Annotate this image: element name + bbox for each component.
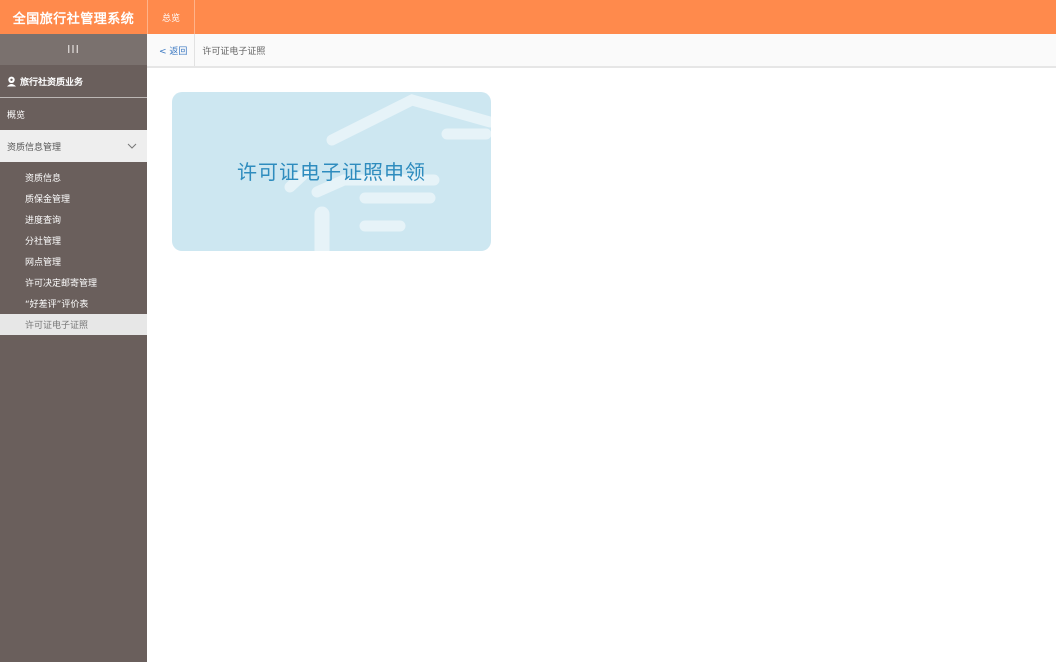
- back-link[interactable]: < 返回: [147, 34, 196, 66]
- e-license-apply-card[interactable]: 许可证电子证照申领: [172, 92, 491, 251]
- sidebar-collapse-button[interactable]: III: [0, 34, 147, 65]
- sidebar-subnav: 资质信息 质保金管理 进度查询 分社管理 网点管理 许可决定邮寄管理 “好差评”…: [0, 162, 147, 335]
- user-badge-icon: [7, 76, 16, 86]
- breadcrumb: < 返回 许可证电子证照: [147, 34, 1056, 68]
- sidebar-item-label: 质保金管理: [25, 195, 71, 205]
- sidebar-item-rating-form[interactable]: “好差评”评价表: [0, 293, 147, 314]
- sidebar-item-deposit[interactable]: 质保金管理: [0, 188, 147, 209]
- sidebar-section-header: 旅行社资质业务: [0, 65, 147, 98]
- sidebar-group-qualification[interactable]: 资质信息管理: [0, 130, 147, 162]
- sidebar-section-title: 旅行社资质业务: [20, 77, 84, 88]
- sidebar: III 旅行社资质业务 概览 资质信息管理 资质信息 质保金管理 进度查询 分社…: [0, 34, 147, 662]
- sidebar-item-label: 网点管理: [25, 258, 62, 268]
- sidebar-item-label: 进度查询: [25, 216, 62, 226]
- sidebar-item-label: “好差评”评价表: [25, 300, 89, 310]
- sidebar-item-overview[interactable]: 概览: [0, 98, 147, 130]
- sidebar-item-e-license[interactable]: 许可证电子证照: [0, 314, 147, 335]
- sidebar-item-mail-decision[interactable]: 许可决定邮寄管理: [0, 272, 147, 293]
- chevron-down-icon: [127, 143, 137, 149]
- sidebar-group-label: 资质信息管理: [7, 142, 62, 153]
- app-title: 全国旅行社管理系统: [12, 11, 135, 27]
- sidebar-item-label: 资质信息: [25, 174, 62, 184]
- sidebar-item-branch[interactable]: 分社管理: [0, 230, 147, 251]
- card-title: 许可证电子证照申领: [237, 160, 426, 184]
- sidebar-item-label: 许可证电子证照: [25, 321, 89, 331]
- sidebar-item-label: 分社管理: [25, 237, 62, 247]
- nav-overview-tab[interactable]: 总览: [147, 0, 195, 34]
- sidebar-item-label: 概览: [7, 110, 26, 121]
- collapse-icon: III: [67, 43, 80, 56]
- sidebar-item-outlet[interactable]: 网点管理: [0, 251, 147, 272]
- sidebar-item-label: 许可决定邮寄管理: [25, 279, 98, 289]
- breadcrumb-current: 许可证电子证照: [202, 46, 266, 57]
- top-header: 全国旅行社管理系统 总览: [0, 0, 1056, 34]
- sidebar-item-progress[interactable]: 进度查询: [0, 209, 147, 230]
- sidebar-item-qualification-info[interactable]: 资质信息: [0, 167, 147, 188]
